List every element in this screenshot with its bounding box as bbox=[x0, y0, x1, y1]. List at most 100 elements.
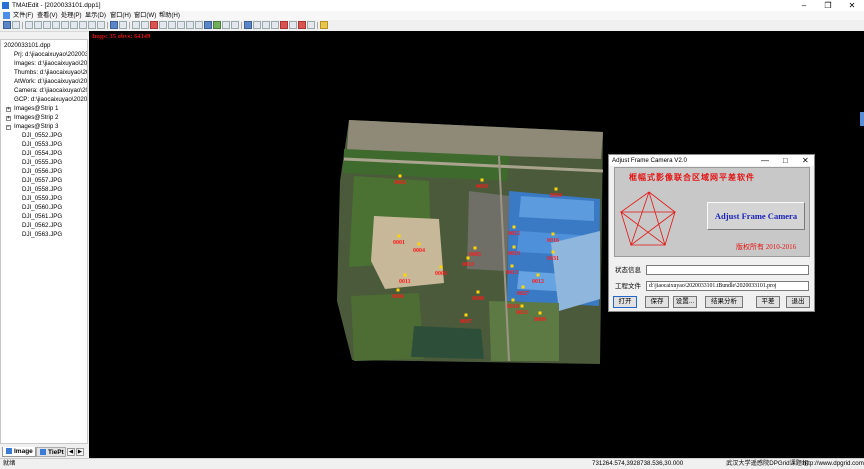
close-button[interactable]: ✕ bbox=[840, 0, 864, 11]
tie-point-marker[interactable] bbox=[476, 290, 480, 294]
tree-prop-gcp[interactable]: GCP: d:\jiaocaixuyao\20200 bbox=[14, 96, 87, 104]
tab-tiept[interactable]: TiePt bbox=[36, 447, 66, 457]
delete-point-icon[interactable] bbox=[150, 21, 158, 29]
tie-point-marker[interactable] bbox=[554, 187, 558, 191]
tree-image-item[interactable]: DJI_0559.JPG bbox=[22, 195, 62, 203]
tree-prop-atwork[interactable]: AtWork: d:\jiaocaixuyao\20 bbox=[14, 78, 87, 86]
project-file-field[interactable]: d:\jiaocaixuyao\2020033101.tBundle\20200… bbox=[646, 281, 809, 291]
tree-prop-thumbs[interactable]: Thumbs: d:\jiaocaixuyao\20 bbox=[14, 69, 87, 77]
undo-icon[interactable] bbox=[88, 21, 96, 29]
save-button[interactable]: 保存 bbox=[645, 296, 669, 308]
tie-point-marker[interactable] bbox=[510, 264, 514, 268]
exit-button[interactable]: 退出 bbox=[786, 296, 810, 308]
help-icon[interactable] bbox=[320, 21, 328, 29]
pan-icon[interactable] bbox=[70, 21, 78, 29]
dialog-maximize-button[interactable]: □ bbox=[783, 155, 788, 166]
tree-root[interactable]: 2020033101.dpp bbox=[4, 42, 50, 50]
tie-point-marker[interactable] bbox=[398, 174, 402, 178]
tie-point-marker[interactable] bbox=[512, 225, 516, 229]
tie-point-marker[interactable] bbox=[521, 285, 525, 289]
status-field[interactable] bbox=[646, 265, 809, 275]
tree-image-item[interactable]: DJI_0555.JPG bbox=[22, 159, 62, 167]
tree-strip-2[interactable]: Images@Strip 2 bbox=[14, 114, 58, 122]
expand-icon[interactable]: + bbox=[6, 107, 11, 112]
tie-point-marker[interactable] bbox=[439, 265, 443, 269]
document-icon[interactable] bbox=[3, 12, 10, 19]
tie-point-marker[interactable] bbox=[551, 250, 555, 254]
tree-prop-camera[interactable]: Camera: d:\jiaocaixuyao\20 bbox=[14, 87, 87, 95]
link-icon[interactable] bbox=[177, 21, 185, 29]
tie-point-marker[interactable] bbox=[466, 256, 470, 260]
adjust-frame-camera-button[interactable]: Adjust Frame Camera bbox=[707, 202, 805, 230]
minimize-button[interactable]: – bbox=[792, 0, 816, 11]
expand-icon[interactable]: + bbox=[6, 116, 11, 121]
crosshair-icon[interactable] bbox=[141, 21, 149, 29]
adjust-button[interactable]: 平差 bbox=[756, 296, 780, 308]
tree-image-item[interactable]: DJI_0561.JPG bbox=[22, 213, 62, 221]
tie-point-marker[interactable] bbox=[417, 242, 421, 246]
list-icon[interactable] bbox=[262, 21, 270, 29]
tie-point-marker[interactable] bbox=[473, 246, 477, 250]
menu-file[interactable]: 文件(F) bbox=[13, 11, 33, 20]
tab-prev-button[interactable]: ◀ bbox=[67, 448, 75, 456]
tie-point-marker[interactable] bbox=[464, 313, 468, 317]
save-icon[interactable] bbox=[3, 21, 11, 29]
tree-image-item[interactable]: DJI_0560.JPG bbox=[22, 204, 62, 212]
match-icon[interactable] bbox=[186, 21, 194, 29]
tree-image-item[interactable]: DJI_0553.JPG bbox=[22, 141, 62, 149]
result-analysis-button[interactable]: 结果分析 bbox=[705, 296, 743, 308]
tie-point-marker[interactable] bbox=[397, 234, 401, 238]
tie-point-marker[interactable] bbox=[480, 178, 484, 182]
menu-window-h[interactable]: 窗口(H) bbox=[110, 11, 131, 20]
stop-icon[interactable] bbox=[280, 21, 288, 29]
error-icon[interactable] bbox=[298, 21, 306, 29]
tie-point-marker[interactable] bbox=[403, 273, 407, 277]
table-icon[interactable] bbox=[253, 21, 261, 29]
tree-image-item[interactable]: DJI_0563.JPG bbox=[22, 231, 62, 239]
tree-strip-1[interactable]: Images@Strip 1 bbox=[14, 105, 58, 113]
tie-point-marker[interactable] bbox=[512, 245, 516, 249]
open-icon[interactable] bbox=[12, 21, 20, 29]
maximize-button[interactable]: ❐ bbox=[816, 0, 840, 11]
layers-icon[interactable] bbox=[204, 21, 212, 29]
zoom-fit-icon[interactable] bbox=[43, 21, 51, 29]
tree-image-item[interactable]: DJI_0562.JPG bbox=[22, 222, 62, 230]
menu-window[interactable]: 窗口(W) bbox=[134, 11, 156, 20]
tab-next-button[interactable]: ▶ bbox=[76, 448, 84, 456]
open-button[interactable]: 打开 bbox=[613, 296, 637, 308]
dialog-minimize-button[interactable]: — bbox=[761, 155, 769, 166]
properties-icon[interactable] bbox=[271, 21, 279, 29]
menu-view[interactable]: 查看(V) bbox=[37, 11, 58, 20]
dialog-close-button[interactable]: ✕ bbox=[802, 155, 809, 166]
tree-image-item[interactable]: DJI_0554.JPG bbox=[22, 150, 62, 158]
refresh-icon[interactable] bbox=[79, 21, 87, 29]
tree-prop-images[interactable]: Images: d:\jiaocaixuyao\20... bbox=[14, 60, 87, 68]
tiepoint-icon[interactable] bbox=[213, 21, 221, 29]
tree-image-item[interactable]: DJI_0558.JPG bbox=[22, 186, 62, 194]
tie-point-marker[interactable] bbox=[536, 273, 540, 277]
tie-point-marker[interactable] bbox=[538, 311, 542, 315]
tree-image-item[interactable]: DJI_0556.JPG bbox=[22, 168, 62, 176]
menu-help[interactable]: 帮助(H) bbox=[159, 11, 180, 20]
tree-image-item[interactable]: DJI_0557.JPG bbox=[22, 177, 62, 185]
filter-icon[interactable] bbox=[195, 21, 203, 29]
collapse-icon[interactable]: − bbox=[6, 125, 11, 130]
zoom-window-icon[interactable] bbox=[52, 21, 60, 29]
zoom-in-icon[interactable] bbox=[25, 21, 33, 29]
menu-display[interactable]: 显示(D) bbox=[85, 11, 106, 20]
tie-point-marker[interactable] bbox=[511, 298, 515, 302]
arrow-icon[interactable] bbox=[132, 21, 140, 29]
zoom-out-icon[interactable] bbox=[34, 21, 42, 29]
menu-process[interactable]: 处理(P) bbox=[61, 11, 82, 20]
chart-icon[interactable] bbox=[231, 21, 239, 29]
rotate-icon[interactable] bbox=[307, 21, 315, 29]
measure-icon[interactable] bbox=[159, 21, 167, 29]
redo-icon[interactable] bbox=[97, 21, 105, 29]
grid-icon[interactable] bbox=[110, 21, 118, 29]
check-icon[interactable] bbox=[222, 21, 230, 29]
zoom-actual-icon[interactable] bbox=[61, 21, 69, 29]
tie-point-marker[interactable] bbox=[396, 288, 400, 292]
mosaic-icon[interactable] bbox=[244, 21, 252, 29]
tree-strip-3[interactable]: Images@Strip 3 bbox=[14, 123, 58, 131]
settings-button[interactable]: 设置... bbox=[673, 296, 697, 308]
